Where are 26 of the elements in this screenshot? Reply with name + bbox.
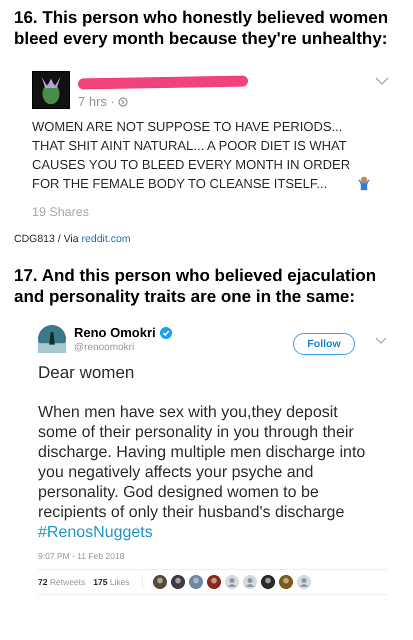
post-text: WOMEN ARE NOT SUPPOSE TO HAVE PERIODS... THAT SHIT AINT NATURAL... A POOR DIET IS WHAT CAUSES YOU TO BLEED EVERY MONTH IN ORDER FOR THE FEMALE BODY TO CLEANSE ITSELF... (32, 118, 352, 193)
liker-avatar-icon[interactable] (170, 575, 185, 589)
hashtag-link[interactable]: #RenosNuggets (38, 523, 387, 543)
account-handle: @renoomokri (74, 342, 136, 353)
tweet-time: 9:07 PM - 11 Feb 2018 (38, 551, 126, 561)
follow-button[interactable]: Follow (293, 333, 355, 355)
retweet-count: 72 Retweets (38, 577, 86, 587)
share-count: 19 Shares (32, 205, 90, 219)
image-credit: CDG813 / Via (14, 233, 79, 245)
liker-avatar-icon[interactable] (206, 575, 221, 589)
chevron-icon[interactable] (375, 77, 389, 85)
article-heading: 17. And this person who believed ejaculation and personality traits are one in the same: (14, 265, 378, 307)
account-name: Reno Omokri (74, 325, 156, 340)
shrug-emoji-icon (356, 175, 372, 191)
avatar-icon (38, 325, 66, 353)
article-heading: 16. This person who honestly believed women bleed every month because they're unhealthy: (14, 7, 390, 49)
tweet-text: When men have sex with you,they deposit some of their personality in you through their discharge. Having multiple men discharge into you negatively affects your psyche and personality. God designed women to be recipients of only their husband's discharge (38, 403, 366, 523)
chevron-icon[interactable] (375, 337, 387, 344)
liker-avatar-icon[interactable] (260, 575, 275, 589)
avatar-icon (32, 71, 70, 109)
like-count: 175 Likes (93, 577, 130, 587)
liker-avatar-icon[interactable] (152, 575, 167, 589)
source-link[interactable]: reddit.com (82, 233, 131, 245)
post-time: 7 hrs · (78, 94, 115, 109)
liker-avatar-icon[interactable] (278, 575, 293, 589)
tweet-greeting: Dear women (38, 363, 136, 383)
